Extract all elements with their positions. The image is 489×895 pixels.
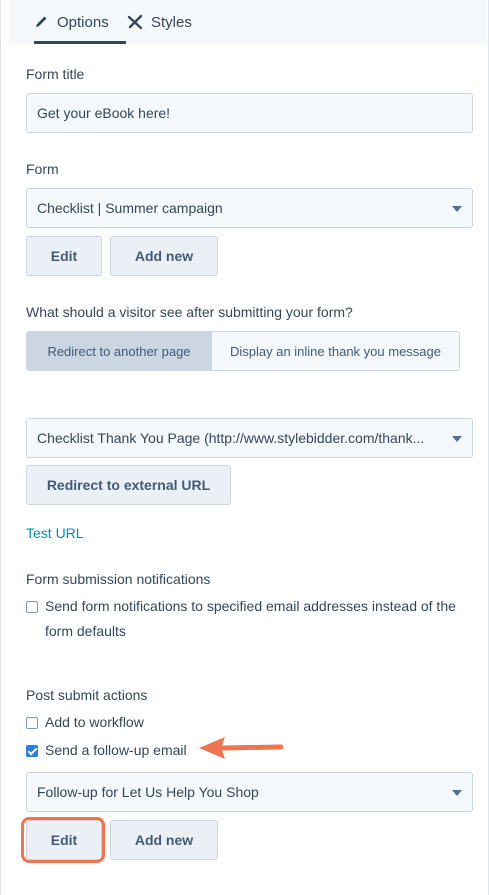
inline-message-option-button[interactable]: Display an inline thank you message xyxy=(212,331,460,371)
workflow-checkbox-row[interactable]: Add to workflow xyxy=(26,714,144,735)
form-title-value: Get your eBook here! xyxy=(37,105,171,121)
form-add-new-button[interactable]: Add new xyxy=(110,236,218,276)
workflow-checkbox-label: Add to workflow xyxy=(45,714,144,730)
redirect-page-select[interactable]: Checklist Thank You Page (http://www.sty… xyxy=(26,418,473,458)
form-select[interactable]: Checklist | Summer campaign xyxy=(26,188,473,228)
redirect-external-url-button[interactable]: Redirect to external URL xyxy=(26,465,231,505)
form-select-value: Checklist | Summer campaign xyxy=(37,200,223,216)
followup-add-new-button[interactable]: Add new xyxy=(110,820,218,860)
notifications-checkbox-label: Send form notifications to specified ema… xyxy=(45,598,456,639)
after-submit-question: What should a visitor see after submitti… xyxy=(26,304,353,320)
test-url-link[interactable]: Test URL xyxy=(26,525,84,541)
workflow-checkbox[interactable] xyxy=(26,717,38,729)
form-options-panel: Options Styles Form title Get your eBook… xyxy=(0,0,489,895)
form-edit-button[interactable]: Edit xyxy=(26,236,102,276)
styles-icon xyxy=(127,14,143,30)
followup-checkbox-label: Send a follow-up email xyxy=(45,742,187,758)
form-label: Form xyxy=(26,161,59,177)
tab-styles[interactable]: Styles xyxy=(127,0,192,44)
pencil-icon xyxy=(33,14,49,30)
form-title-input[interactable]: Get your eBook here! xyxy=(26,93,473,133)
tab-styles-label: Styles xyxy=(151,13,192,31)
form-title-label: Form title xyxy=(26,66,85,82)
tab-options-label: Options xyxy=(57,13,109,31)
followup-email-select[interactable]: Follow-up for Let Us Help You Shop xyxy=(26,772,473,812)
followup-checkbox-row[interactable]: Send a follow-up email xyxy=(26,742,187,763)
notifications-label: Form submission notifications xyxy=(26,571,211,587)
caret-down-icon xyxy=(452,206,462,212)
caret-down-icon xyxy=(452,790,462,796)
caret-down-icon xyxy=(452,436,462,442)
post-submit-label: Post submit actions xyxy=(26,687,148,703)
edit-button-highlight xyxy=(21,817,105,863)
arrow-left-icon xyxy=(199,737,283,759)
redirect-page-value: Checklist Thank You Page (http://www.sty… xyxy=(37,430,425,446)
active-tab-indicator xyxy=(34,41,126,44)
notifications-checkbox-row[interactable]: Send form notifications to specified ema… xyxy=(26,598,476,644)
tab-bar: Options Styles xyxy=(9,0,487,44)
redirect-option-button[interactable]: Redirect to another page xyxy=(26,331,212,371)
notifications-checkbox[interactable] xyxy=(26,601,38,613)
followup-email-value: Follow-up for Let Us Help You Shop xyxy=(37,784,259,800)
followup-checkbox[interactable] xyxy=(26,745,38,757)
tab-options[interactable]: Options xyxy=(33,0,109,44)
